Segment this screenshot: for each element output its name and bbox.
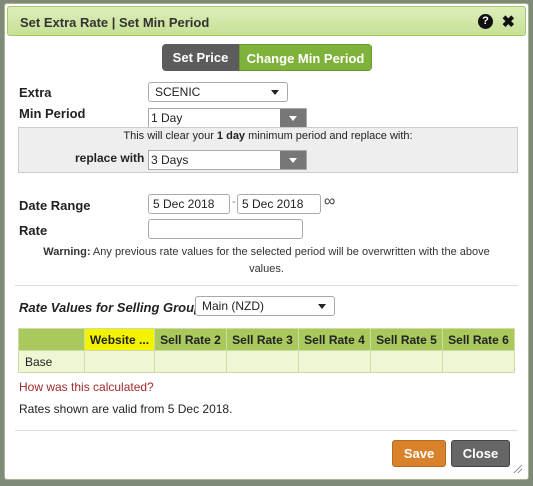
- min-period-select[interactable]: 1 Day: [148, 108, 307, 128]
- row-label: Base: [18, 350, 85, 373]
- rate-cell[interactable]: [442, 350, 515, 373]
- chevron-down-icon: [289, 116, 297, 121]
- valid-from-note: Rates shown are valid from 5 Dec 2018.: [19, 402, 233, 416]
- rates-table: Website ... Sell Rate 2 Sell Rate 3 Sell…: [18, 328, 515, 373]
- header-website[interactable]: Website ...: [84, 328, 155, 351]
- chevron-down-icon: [318, 304, 326, 309]
- selling-group-select[interactable]: Main (NZD): [195, 296, 335, 316]
- selling-group-label: Rate Values for Selling Group:: [19, 300, 207, 315]
- rate-cell[interactable]: [370, 350, 443, 373]
- footer-divider: [15, 430, 518, 431]
- date-from-input[interactable]: 5 Dec 2018: [148, 194, 230, 214]
- date-separator: -: [232, 196, 236, 208]
- how-calculated-link[interactable]: How was this calculated?: [19, 380, 154, 394]
- overwrite-warning: Warning: Any previous rate values for th…: [43, 246, 490, 275]
- rates-header-row: Website ... Sell Rate 2 Sell Rate 3 Sell…: [18, 328, 515, 351]
- save-button[interactable]: Save: [392, 440, 446, 467]
- clear-message: This will clear your 1 day minimum perio…: [123, 130, 413, 142]
- set-price-tab[interactable]: Set Price: [162, 44, 239, 71]
- rate-cell[interactable]: [226, 350, 299, 373]
- rate-input[interactable]: [148, 219, 303, 239]
- dialog-title: Set Extra Rate | Set Min Period: [20, 15, 210, 30]
- date-to-input[interactable]: 5 Dec 2018: [237, 194, 321, 214]
- header-sell-rate-5[interactable]: Sell Rate 5: [370, 328, 443, 351]
- header-blank: [18, 328, 85, 351]
- mode-toggle: Set Price Change Min Period: [162, 44, 372, 71]
- extra-label: Extra: [19, 85, 52, 100]
- header-sell-rate-6[interactable]: Sell Rate 6: [442, 328, 515, 351]
- resize-grip-icon[interactable]: [512, 463, 522, 473]
- chevron-down-icon: [271, 90, 279, 95]
- min-period-label: Min Period: [19, 106, 86, 121]
- selling-group-select-value: Main (NZD): [202, 299, 264, 313]
- rate-label: Rate: [19, 223, 48, 238]
- extra-select-value: SCENIC: [155, 85, 201, 99]
- help-icon[interactable]: ?: [478, 14, 493, 29]
- dialog-titlebar[interactable]: Set Extra Rate | Set Min Period ? ✖: [7, 6, 526, 36]
- infinity-icon[interactable]: ∞: [324, 193, 335, 211]
- replace-with-dropdown-button[interactable]: [280, 151, 306, 169]
- date-range-label: Date Range: [19, 198, 91, 213]
- min-period-dropdown-button[interactable]: [280, 109, 306, 127]
- table-row: Base: [18, 350, 515, 373]
- header-sell-rate-3[interactable]: Sell Rate 3: [226, 328, 299, 351]
- min-period-select-value: 1 Day: [151, 111, 183, 125]
- divider: [15, 285, 518, 286]
- rate-cell[interactable]: [154, 350, 227, 373]
- close-icon[interactable]: ✖: [502, 12, 515, 32]
- close-button[interactable]: Close: [451, 440, 510, 467]
- replace-panel: This will clear your 1 day minimum perio…: [18, 127, 518, 173]
- rate-cell[interactable]: [84, 350, 155, 373]
- header-sell-rate-2[interactable]: Sell Rate 2: [154, 328, 227, 351]
- set-extra-rate-dialog: Set Extra Rate | Set Min Period ? ✖ Set …: [4, 3, 529, 480]
- replace-with-label: replace with: [75, 151, 145, 165]
- chevron-down-icon: [289, 158, 297, 163]
- extra-select[interactable]: SCENIC: [148, 82, 288, 102]
- change-min-period-tab[interactable]: Change Min Period: [239, 44, 372, 71]
- header-sell-rate-4[interactable]: Sell Rate 4: [298, 328, 371, 351]
- rate-cell[interactable]: [298, 350, 371, 373]
- replace-with-select[interactable]: 3 Days: [148, 150, 307, 170]
- replace-with-select-value: 3 Days: [151, 153, 189, 167]
